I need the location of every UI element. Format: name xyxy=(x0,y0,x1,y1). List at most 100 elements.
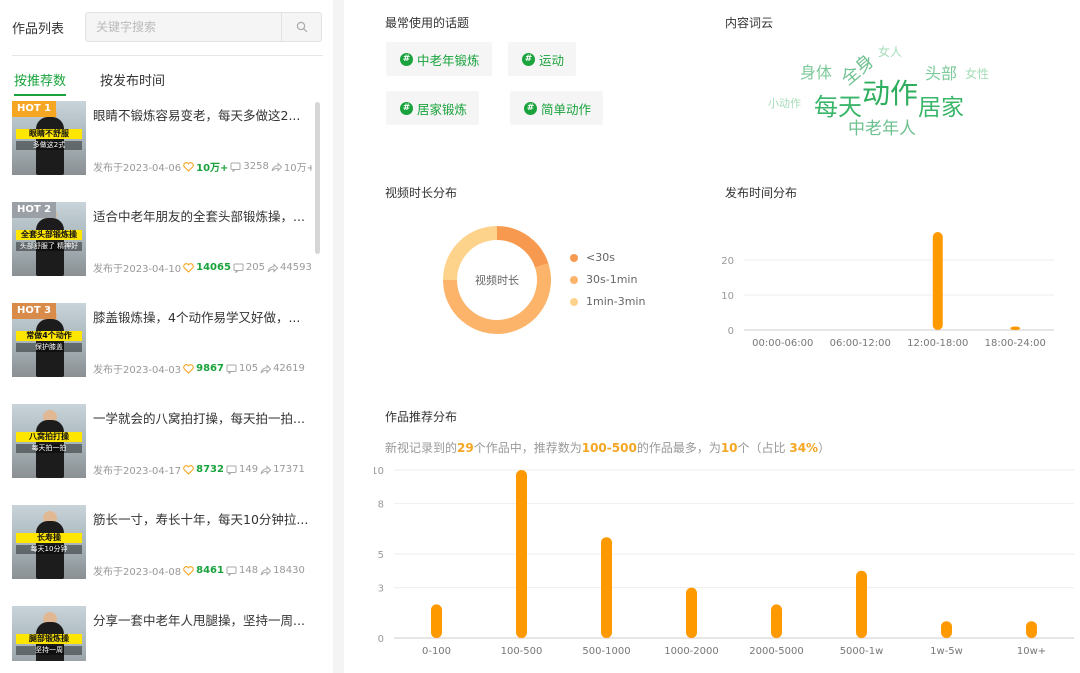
like-count: 8732 xyxy=(196,464,224,475)
hot-badge: HOT 3 xyxy=(12,303,57,319)
video-thumbnail[interactable]: 常做4个动作 保护膝盖 HOT 3 xyxy=(12,303,86,377)
summary-pct: 34% xyxy=(789,441,819,455)
cloud-word: 居家 xyxy=(918,95,964,121)
bar[interactable] xyxy=(932,232,943,330)
works-list-panel: 作品列表 按推荐数 按发布时间 眼睛不舒服 多做这2式 HOT 1 眼睛不锻炼容… xyxy=(0,0,333,673)
topic-tag[interactable]: # 居家锻炼 xyxy=(386,91,480,125)
video-thumbnail[interactable]: 八窝拍打操 每天拍一拍 xyxy=(12,404,86,478)
donut-center-label: 视频时长 xyxy=(475,273,519,287)
topic-tag[interactable]: # 简单动作 xyxy=(510,91,604,125)
video-title[interactable]: 分享一套中老年人甩腿操，坚持一周... xyxy=(93,610,311,629)
search-input[interactable] xyxy=(86,13,281,41)
list-item[interactable]: 常做4个动作 保护膝盖 HOT 3 膝盖锻炼操，4个动作易学又好做，... 发布… xyxy=(12,303,312,378)
comment-icon xyxy=(226,566,237,576)
search-button[interactable] xyxy=(281,13,321,41)
bar[interactable] xyxy=(686,587,697,638)
works-list-header: 作品列表 xyxy=(12,12,322,42)
bar[interactable] xyxy=(516,470,527,638)
bar[interactable] xyxy=(771,604,782,638)
list-item[interactable]: 腿部锻炼操 坚持一周 分享一套中老年人甩腿操，坚持一周... xyxy=(12,606,312,661)
topic-tag[interactable]: # 运动 xyxy=(508,42,577,76)
video-title[interactable]: 适合中老年朋友的全套头部锻炼操，... xyxy=(93,206,311,225)
share-count: 17371 xyxy=(273,464,305,475)
share-count: 44593 xyxy=(280,262,312,273)
share-count: 18430 xyxy=(273,565,305,576)
legend-item[interactable]: 1min-3min xyxy=(570,295,645,308)
thumbnail-subcaption: 坚持一周 xyxy=(16,646,82,655)
comment-icon xyxy=(230,162,241,172)
video-meta: 发布于2023-04-17 8732 149 17371 xyxy=(93,462,305,477)
summary-text: 的作品最多，为 xyxy=(636,441,721,455)
like-count: 8461 xyxy=(196,565,224,576)
thumbnail-caption: 眼睛不舒服 xyxy=(16,129,82,139)
tab-by-publish-time[interactable]: 按发布时间 xyxy=(100,70,165,96)
bar[interactable] xyxy=(1026,621,1037,638)
video-thumbnail[interactable]: 长寿操 每天10分钟 xyxy=(12,505,86,579)
bar[interactable] xyxy=(941,621,952,638)
list-item[interactable]: 全套头部锻炼操 头部舒服了 精神好 HOT 2 适合中老年朋友的全套头部锻炼操，… xyxy=(12,202,312,277)
like-count: 10万+ xyxy=(196,163,229,174)
summary-text: 新视记录到的 xyxy=(385,441,458,455)
x-tick-label: 5000-1w xyxy=(840,646,884,657)
legend-item[interactable]: <30s xyxy=(570,251,615,264)
search-box xyxy=(85,12,322,42)
list-item[interactable]: 八窝拍打操 每天拍一拍 一学就会的八窝拍打操，每天拍一拍... 发布于2023-… xyxy=(12,404,312,479)
list-item[interactable]: 长寿操 每天10分钟 筋长一寸，寿长十年，每天10分钟拉... 发布于2023-… xyxy=(12,505,312,580)
video-title[interactable]: 筋长一寸，寿长十年，每天10分钟拉... xyxy=(93,509,311,528)
topic-tag[interactable]: # 中老年锻炼 xyxy=(386,42,492,76)
video-title[interactable]: 膝盖锻炼操，4个动作易学又好做，... xyxy=(93,307,311,326)
heart-icon xyxy=(183,565,194,576)
recommend-title: 作品推荐分布 xyxy=(385,410,458,424)
heart-icon xyxy=(183,363,194,374)
topic-label: 运动 xyxy=(539,52,565,68)
donut-slice[interactable] xyxy=(496,226,549,268)
cloud-word: 头部 xyxy=(925,64,958,83)
hashtag-icon: # xyxy=(524,101,537,115)
comment-count: 3258 xyxy=(243,161,269,172)
cloud-word: 身体 xyxy=(800,63,833,82)
bar[interactable] xyxy=(601,537,612,638)
share-icon xyxy=(260,363,272,374)
video-title[interactable]: 眼睛不锻炼容易变老，每天多做这2... xyxy=(93,105,311,124)
bar[interactable] xyxy=(1010,326,1021,331)
donut-slice[interactable] xyxy=(443,226,498,281)
summary-range: 100-500 xyxy=(581,441,637,455)
publish-date: 发布于2023-04-03 xyxy=(93,365,182,376)
share-icon xyxy=(271,161,282,172)
y-tick-label: 3 xyxy=(378,584,384,595)
list-item[interactable]: 眼睛不舒服 多做这2式 HOT 1 眼睛不锻炼容易变老，每天多做这2... 发布… xyxy=(12,101,312,176)
legend-item[interactable]: 30s-1min xyxy=(570,273,637,286)
video-thumbnail[interactable]: 全套头部锻炼操 头部舒服了 精神好 HOT 2 xyxy=(12,202,86,276)
y-tick-label: 5 xyxy=(378,550,384,561)
video-thumbnail[interactable]: 腿部锻炼操 坚持一周 xyxy=(12,606,86,661)
heart-icon xyxy=(183,262,194,273)
publish-time-title: 发布时间分布 xyxy=(725,186,798,200)
video-title[interactable]: 一学就会的八窝拍打操，每天拍一拍... xyxy=(93,408,311,427)
thumbnail-subcaption: 多做这2式 xyxy=(16,141,82,150)
video-meta: 发布于2023-04-06 10万+ 3258 10万+ xyxy=(93,159,312,174)
tab-by-recommend[interactable]: 按推荐数 xyxy=(14,70,67,96)
share-icon xyxy=(267,262,279,273)
list-scrollbar[interactable] xyxy=(315,102,320,254)
summary-text: 个作品中，推荐数为 xyxy=(473,441,582,455)
share-count: 10万+ xyxy=(283,163,312,174)
bar[interactable] xyxy=(431,604,442,638)
like-count: 14065 xyxy=(196,262,231,273)
thumbnail-subcaption: 每天10分钟 xyxy=(16,545,82,554)
x-tick-label: 0-100 xyxy=(422,646,451,657)
thumbnail-subcaption: 保护膝盖 xyxy=(16,343,82,352)
topics-title: 最常使用的话题 xyxy=(385,16,470,30)
bar[interactable] xyxy=(856,570,867,638)
duration-title: 视频时长分布 xyxy=(385,186,458,200)
publish-date: 发布于2023-04-17 xyxy=(93,466,182,477)
search-icon xyxy=(296,21,307,33)
x-tick-label: 12:00-18:00 xyxy=(907,338,968,349)
publish-date: 发布于2023-04-06 xyxy=(93,163,182,174)
thumbnail-subcaption: 头部舒服了 精神好 xyxy=(16,242,82,251)
hot-badge: HOT 1 xyxy=(12,101,57,117)
recommend-bar-chart: 0 3 5 8 10 0-100 100-500 500-1000 1000-2000 2000-… xyxy=(374,466,1074,657)
video-thumbnail[interactable]: 眼睛不舒服 多做这2式 HOT 1 xyxy=(12,101,86,175)
thumbnail-subcaption: 每天拍一拍 xyxy=(16,444,82,453)
x-tick-label: 100-500 xyxy=(501,646,543,657)
y-tick-label: 20 xyxy=(721,256,734,267)
